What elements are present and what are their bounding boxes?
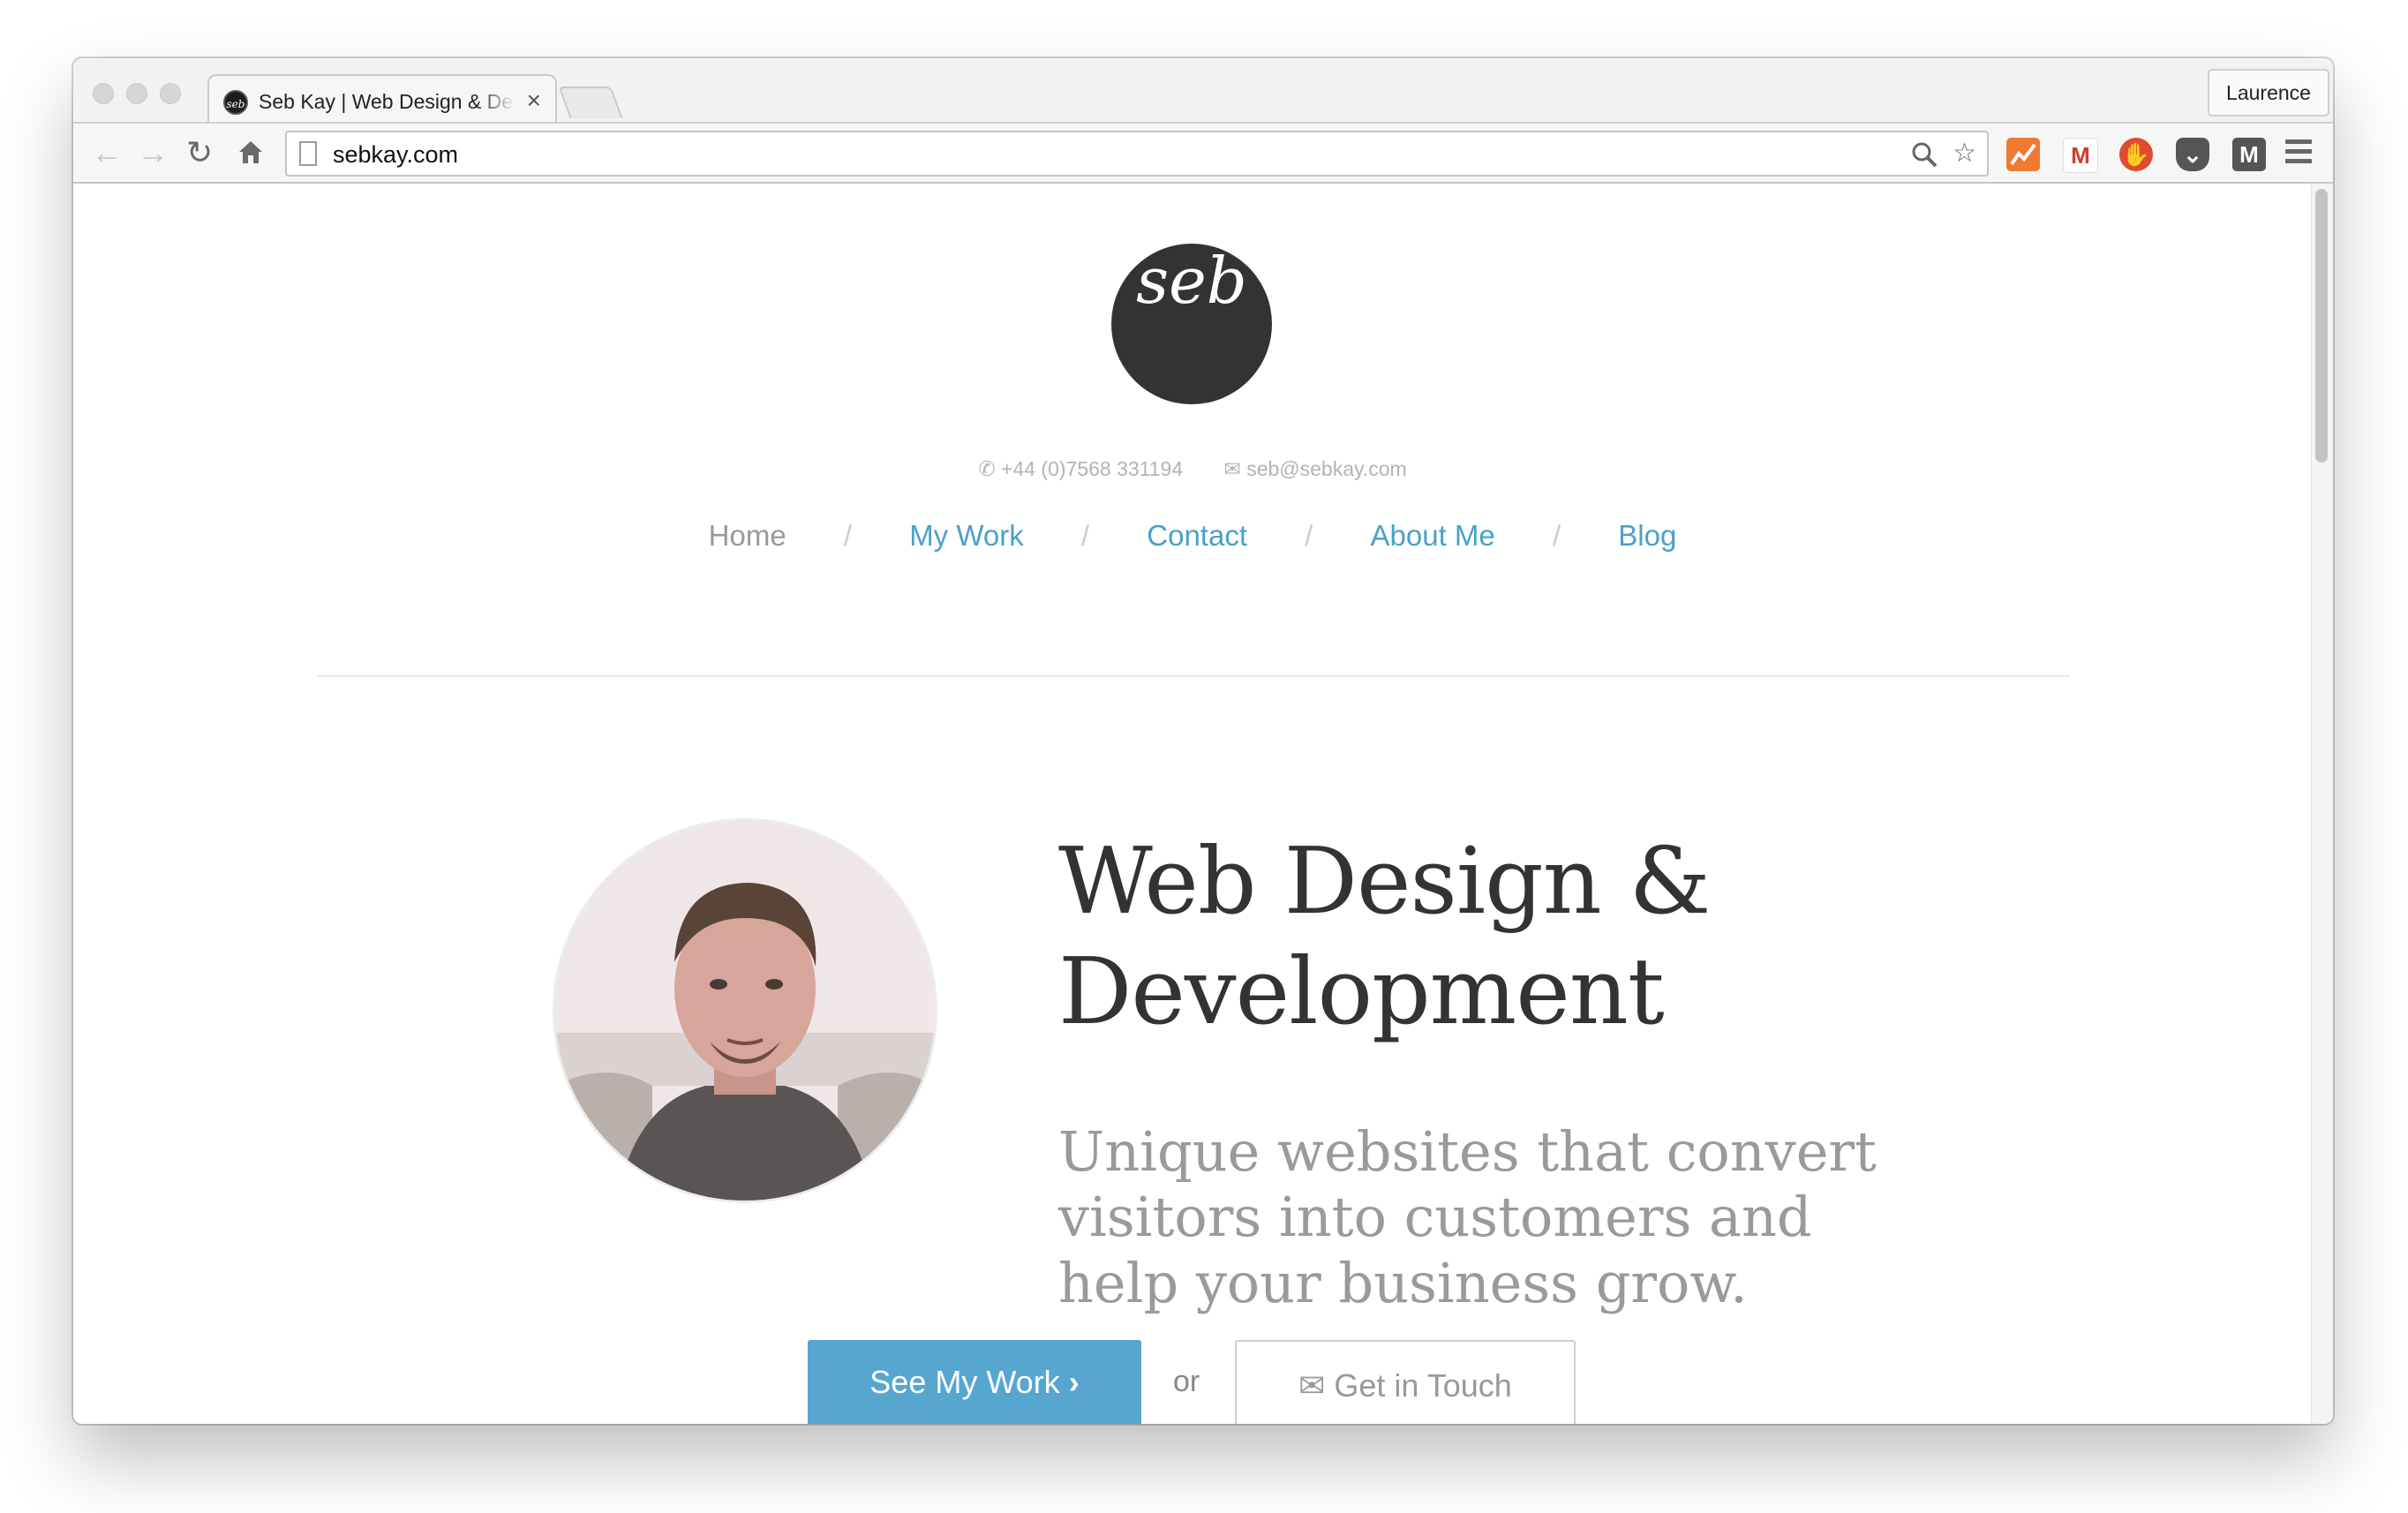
get-in-touch-button[interactable]: ✉ Get in Touch xyxy=(1235,1340,1576,1424)
medium-extension-icon[interactable]: M xyxy=(2232,138,2266,171)
menu-icon[interactable] xyxy=(2285,139,2312,169)
minimize-window-button[interactable] xyxy=(126,83,147,104)
url-text: sebkay.com xyxy=(333,141,459,168)
nav-home[interactable]: Home xyxy=(709,519,786,553)
tab-favicon-icon: seb xyxy=(223,90,248,115)
contact-row: ✆ +44 (0)7568 331194 ✉ seb@sebkay.com xyxy=(73,457,2312,481)
hero-title: Web Design & Development xyxy=(1058,826,2029,1047)
reload-icon[interactable]: ↻ xyxy=(186,134,213,171)
tab-strip: seb Seb Kay | Web Design & Development ×… xyxy=(73,58,2333,127)
search-icon[interactable] xyxy=(1911,141,1938,175)
get-in-touch-label: Get in Touch xyxy=(1334,1367,1512,1404)
site-logo[interactable]: seb xyxy=(1111,244,1272,404)
phone-number: +44 (0)7568 331194 xyxy=(1001,457,1184,480)
phone-item[interactable]: ✆ +44 (0)7568 331194 xyxy=(978,457,1188,480)
address-bar[interactable]: sebkay.com ☆ xyxy=(285,131,1989,177)
or-text: or xyxy=(1173,1365,1200,1398)
adblock-extension-icon[interactable]: ✋ xyxy=(2119,138,2153,171)
nav-contact[interactable]: Contact xyxy=(1147,519,1247,553)
chevron-right-icon: › xyxy=(1068,1364,1080,1400)
nav-separator: / xyxy=(1080,519,1090,552)
hero-subtitle-line: visitors into customers and xyxy=(1058,1185,1812,1250)
forward-arrow-icon[interactable]: → xyxy=(137,134,169,171)
profile-photo xyxy=(555,821,935,1201)
nav-blog[interactable]: Blog xyxy=(1618,519,1676,553)
main-nav: Home / My Work / Contact / About Me / Bl… xyxy=(73,519,2312,553)
hero-title-line: Development xyxy=(1058,937,1665,1045)
new-tab-button[interactable] xyxy=(558,87,623,118)
header-divider xyxy=(317,675,2070,677)
browser-window: seb Seb Kay | Web Design & Development ×… xyxy=(73,58,2333,1424)
page-viewport: seb ✆ +44 (0)7568 331194 ✉ seb@sebkay.co… xyxy=(73,184,2312,1424)
nav-separator: / xyxy=(843,519,853,552)
scrollbar-thumb[interactable] xyxy=(2315,189,2328,463)
close-window-button[interactable] xyxy=(93,83,114,104)
hero-subtitle: Unique websites that convert visitors in… xyxy=(1058,1119,1879,1316)
tab-title: Seb Kay | Web Design & Development xyxy=(259,90,515,113)
envelope-icon: ✉ xyxy=(1298,1367,1326,1404)
nav-my-work[interactable]: My Work xyxy=(909,519,1024,553)
vertical-scrollbar[interactable] xyxy=(2311,184,2333,1424)
email-address: seb@sebkay.com xyxy=(1246,457,1407,480)
close-icon[interactable]: × xyxy=(527,87,541,115)
nav-separator: / xyxy=(1305,519,1313,552)
hero-title-line: Web Design & xyxy=(1058,827,1711,935)
zoom-window-button[interactable] xyxy=(160,83,181,104)
hero-subtitle-line: Unique websites that convert xyxy=(1058,1119,1877,1184)
browser-toolbar: ← → ↻ sebkay.com ☆ M ✋ ⌄ M xyxy=(73,122,2333,184)
email-item[interactable]: ✉ seb@sebkay.com xyxy=(1224,457,1407,480)
profile-button[interactable]: Laurence xyxy=(2208,69,2329,117)
nav-separator: / xyxy=(1552,519,1561,552)
analytics-extension-icon[interactable] xyxy=(2006,138,2040,171)
phone-icon: ✆ xyxy=(978,457,996,480)
hero-subtitle-line: help your business grow. xyxy=(1058,1250,1748,1315)
nav-about-me[interactable]: About Me xyxy=(1371,519,1495,553)
see-my-work-button[interactable]: See My Work › xyxy=(808,1340,1141,1424)
envelope-icon: ✉ xyxy=(1223,457,1241,480)
back-arrow-icon[interactable]: ← xyxy=(91,134,123,171)
see-my-work-label: See My Work xyxy=(869,1364,1060,1400)
bookmark-star-icon[interactable]: ☆ xyxy=(1953,138,1976,169)
page-icon xyxy=(299,141,317,166)
home-icon[interactable] xyxy=(237,136,264,173)
pocket-extension-icon[interactable]: ⌄ xyxy=(2176,138,2209,171)
gmail-extension-icon[interactable]: M xyxy=(2063,138,2098,173)
tab-active[interactable]: seb Seb Kay | Web Design & Development × xyxy=(207,74,557,127)
